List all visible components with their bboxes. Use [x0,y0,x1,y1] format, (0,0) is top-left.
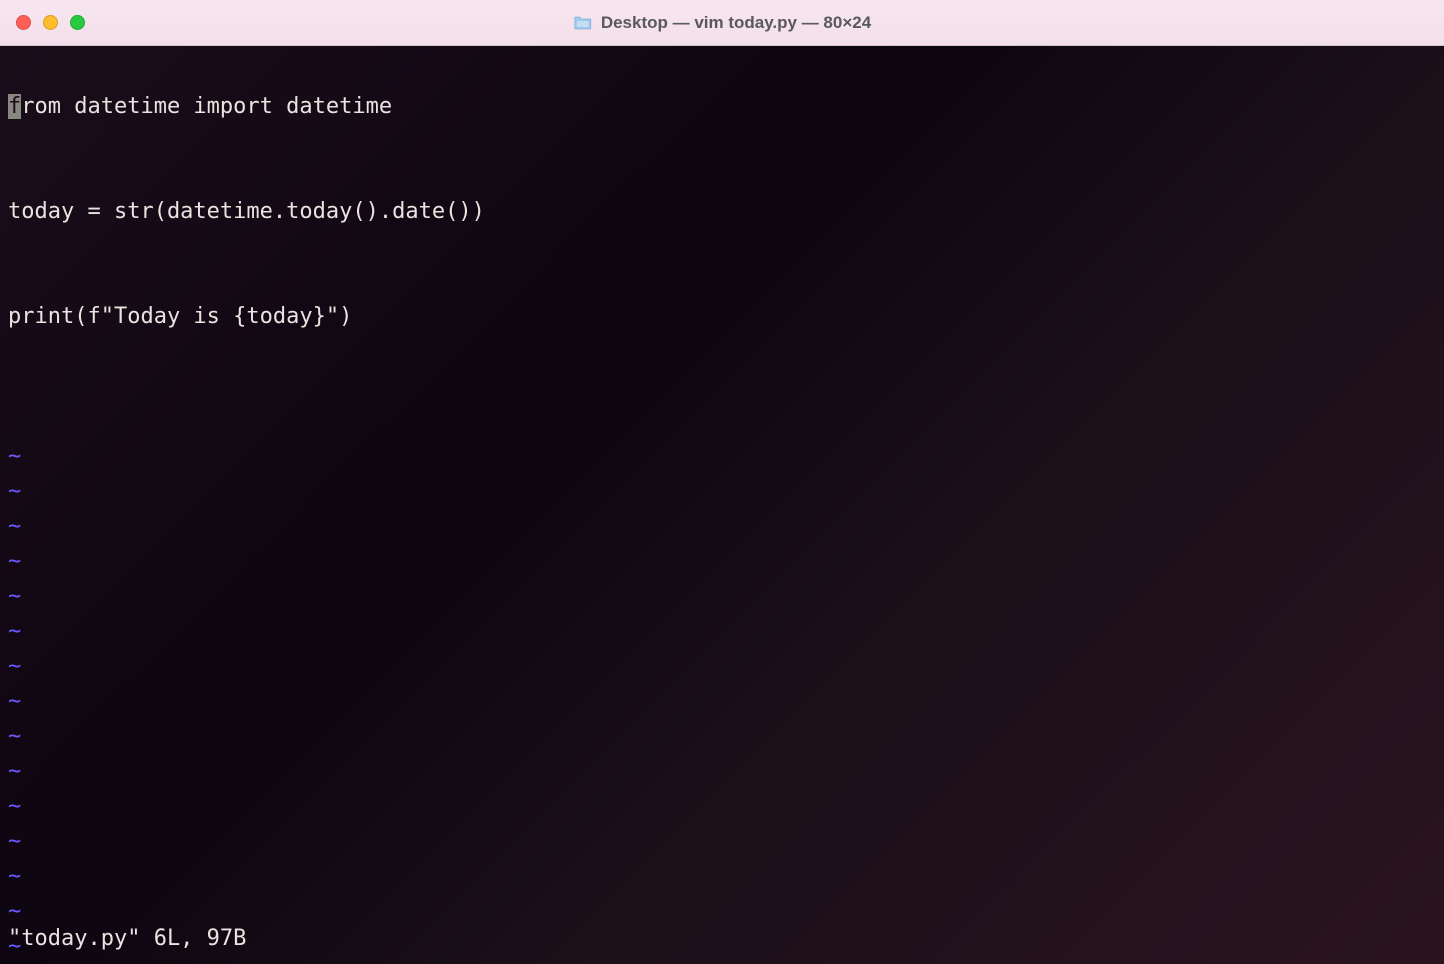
vim-empty-line-tilde: ~ [8,544,1436,579]
vim-empty-line-tilde: ~ [8,824,1436,859]
minimize-button[interactable] [43,15,58,30]
vim-empty-line-tilde: ~ [8,474,1436,509]
maximize-button[interactable] [70,15,85,30]
window-titlebar: Desktop — vim today.py — 80×24 [0,0,1444,46]
code-line: today = str(datetime.today().date()) [8,194,1436,229]
editor-content: from datetime import datetime today = st… [8,54,1436,964]
code-line: from datetime import datetime [8,89,1436,124]
window-controls [16,15,85,30]
vim-empty-line-tilde: ~ [8,859,1436,894]
window-title: Desktop — vim today.py — 80×24 [573,13,871,33]
vim-empty-line-tilde: ~ [8,789,1436,824]
folder-icon [573,15,593,31]
vim-empty-line-tilde: ~ [8,754,1436,789]
vim-empty-line-tilde: ~ [8,684,1436,719]
window-title-text: Desktop — vim today.py — 80×24 [601,13,871,33]
vim-empty-line-tilde: ~ [8,509,1436,544]
vim-status-line: "today.py" 6L, 97B [8,921,246,956]
code-text: rom datetime import datetime [21,94,392,119]
terminal-editor[interactable]: from datetime import datetime today = st… [0,46,1444,964]
vim-empty-line-tilde: ~ [8,719,1436,754]
empty-line [8,369,1436,404]
close-button[interactable] [16,15,31,30]
vim-empty-line-tilde: ~ [8,614,1436,649]
vim-empty-line-tilde: ~ [8,579,1436,614]
vim-empty-line-tilde: ~ [8,649,1436,684]
cursor: f [8,94,21,119]
code-line: print(f"Today is {today}") [8,299,1436,334]
vim-empty-line-tilde: ~ [8,439,1436,474]
